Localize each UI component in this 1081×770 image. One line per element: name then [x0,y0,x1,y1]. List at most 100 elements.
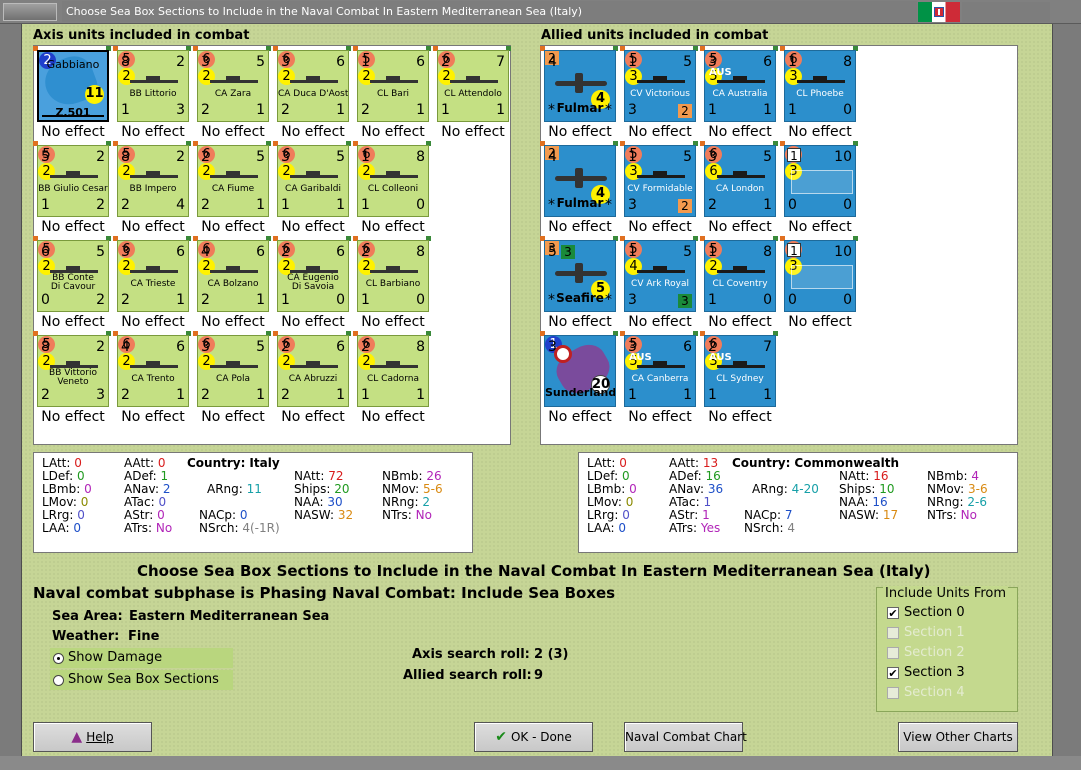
counter-face[interactable]: 1103030 [784,240,856,312]
radio-unselected-icon [53,675,64,686]
counter-face[interactable]: 5 2 5 1 2 2 BB Giulio Cesar [37,145,109,217]
ship-silhouette-icon [637,265,685,274]
unit-counter[interactable]: 2 Gabbiano Z.501 11 No effect [33,46,111,142]
naval-combat-chart-button[interactable]: Naval Combat Chart [624,722,747,752]
unit-counter[interactable]: 4 6 6 2 2 1 CA Trento No effect [113,331,191,427]
counter-face[interactable]: 1 6 5 2 2 1 CL Bari [357,50,429,122]
section-0-checkbox[interactable]: ✔ Section 0 [887,604,965,622]
counter-face[interactable]: 3 1 20 Sunderland [544,335,616,407]
counter-face[interactable]: 1 5 5 3 3 2 CV Formidable [624,145,696,217]
unit-counter[interactable]: 1 5 5 3 3 2 CV Formidable No effect [620,141,698,237]
unit-counter[interactable]: 3 5 6 2 2 1 CA Zara No effect [193,46,271,142]
help-button[interactable]: ▲ Help [33,722,152,752]
counter-face[interactable]: 3 5 6 2 2 1 CA Pola [197,335,269,407]
counter-face[interactable]: 1103030 [784,145,856,217]
unit-counter[interactable]: 8 2 5 2 2 3 BB Vittorio Veneto No effect [33,331,111,427]
unit-counter[interactable]: AUS 3 6 5 1 5 1 CA Canberra No effect [620,331,698,427]
counter-face[interactable]: 8 2 5 1 2 3 BB Littorio [117,50,189,122]
unit-counter[interactable]: 2 7 6 1 2 1 CL Attendolo No effect [433,46,511,142]
sea-area-value: Eastern Mediterranean Sea [129,609,330,624]
counter-face[interactable]: 5 3 5 * * Seafire 3 [544,240,616,312]
unit-name: CL Cadorna [367,374,419,384]
counter-face[interactable]: 3 6 6 2 2 1 CA Duca D'Aosta [277,50,349,122]
view-other-charts-button[interactable]: View Other Charts [898,722,1018,752]
counter-face[interactable]: AUS 2 7 6 1 3 1 CL Sydney [704,335,776,407]
unit-counter[interactable]: 3 5 6 2 2 1 CA Pola No effect [193,331,271,427]
unit-counter[interactable]: 1 5 5 3 4 3 CV Ark Royal No effect [620,236,698,332]
counter-face[interactable]: 2 5 6 2 2 1 CA Fiume [197,145,269,217]
unit-counter[interactable]: 6 5 5 0 2 2 BB Conte Di Cavour No effect [33,236,111,332]
unit-counter[interactable]: 3 1 20 Sunderland No effect [540,331,618,427]
unit-effect-label: No effect [361,219,425,235]
counter-face[interactable]: 6 5 5 0 2 2 BB Conte Di Cavour [37,240,109,312]
counter-face[interactable]: 4 6 6 2 2 1 CA Trento [117,335,189,407]
counter-face[interactable]: 2 Gabbiano Z.501 11 [37,50,109,122]
unit-value: 1 [256,292,265,308]
show-damage-radio[interactable]: Show Damage [50,648,233,668]
unit-counter[interactable]: 2 5 6 2 2 1 CA Fiume No effect [193,141,271,237]
unit-counter[interactable]: 1 6 5 2 2 1 CL Bari No effect [353,46,431,142]
counter-face[interactable]: AUS 3 6 5 1 5 1 CA Australia [704,50,776,122]
counter-face[interactable]: 1 5 5 3 3 2 CV Victorious [624,50,696,122]
unit-counter[interactable]: 4 2 4 * * Fulmar No effect [540,141,618,237]
unit-counter[interactable]: 4 6 6 2 2 1 CA Bolzano No effect [193,236,271,332]
unit-counter[interactable]: AUS 2 7 6 1 3 1 CL Sydney No effect [700,331,778,427]
unit-counter[interactable]: 5 2 5 1 2 2 BB Giulio Cesar No effect [33,141,111,237]
unit-counter[interactable]: 3 6 6 2 2 1 CA Trieste No effect [113,236,191,332]
unit-value: 6 [41,244,50,260]
counter-face[interactable]: 3 5 6 2 2 1 CA Zara [197,50,269,122]
unit-name: CL Colleoni [367,184,419,194]
counter-face[interactable]: 4 6 6 2 2 1 CA Bolzano [197,240,269,312]
unit-counter[interactable]: 2 6 6 1 2 0 CA Eugenio Di Savoia No effect [273,236,351,332]
show-sea-box-sections-radio[interactable]: Show Sea Box Sections [50,670,233,690]
counter-face[interactable]: 2 7 6 1 2 1 CL Attendolo [437,50,509,122]
unit-counter[interactable]: 1103030No effect [780,236,858,332]
unit-value: 2 [201,292,210,308]
counter-face[interactable]: 8 2 5 2 2 4 BB Impero [117,145,189,217]
unit-counter[interactable]: 1 8 6 1 2 0 CL Colleoni No effect [353,141,431,237]
unit-name: BB Littorio [129,89,177,99]
stat-label: AStr: [124,508,158,522]
counter-face[interactable]: 2 6 6 1 2 0 CA Eugenio Di Savoia [277,240,349,312]
air-attack-value: 4 [548,149,557,165]
counter-face[interactable]: 8 2 5 2 2 3 BB Vittorio Veneto [37,335,109,407]
counter-face[interactable]: AUS 3 6 5 1 5 1 CA Canberra [624,335,696,407]
counter-face[interactable]: 3 5 6 2 6 1 CA London [704,145,776,217]
unit-name: BB Impero [129,184,177,194]
counter-face[interactable]: 3 6 6 2 2 1 CA Trieste [117,240,189,312]
counter-face[interactable]: 2 6 6 2 2 1 CA Abruzzi [277,335,349,407]
stat-laa: LAA: 0 [42,522,81,535]
unit-counter[interactable]: 2 6 6 2 2 1 CA Abruzzi No effect [273,331,351,427]
counter-face[interactable]: 3 5 6 1 2 1 CA Garibaldi [277,145,349,217]
unit-value: 3 [708,54,717,70]
unit-counter[interactable]: 1 5 5 3 3 2 CV Victorious No effect [620,46,698,142]
unit-counter[interactable]: AUS 3 6 5 1 5 1 CA Australia No effect [700,46,778,142]
unit-counter[interactable]: 4 2 4 * * Fulmar No effect [540,46,618,142]
unit-counter[interactable]: 8 2 5 1 2 3 BB Littorio No effect [113,46,191,142]
unit-counter[interactable]: 2 8 6 1 2 1 CL Cadorna No effect [353,331,431,427]
unit-value: 3 [96,387,105,403]
unit-counter[interactable]: 1 8 5 1 2 0 CL Coventry No effect [700,236,778,332]
counter-face[interactable]: 2 8 6 1 2 1 CL Cadorna [357,335,429,407]
unit-counter[interactable]: 3 6 6 2 2 1 CA Duca D'Aosta No effect [273,46,351,142]
ok-done-button[interactable]: ✔ OK - Done [474,722,593,752]
unit-counter[interactable]: 3 5 6 1 2 1 CA Garibaldi No effect [273,141,351,237]
section-3-checkbox[interactable]: ✔ Section 3 [887,664,965,682]
unit-counter[interactable]: 5 3 5 * * Seafire 3 No effect [540,236,618,332]
system-menu-button[interactable] [3,3,57,21]
counter-face[interactable]: 1 5 5 3 4 3 CV Ark Royal [624,240,696,312]
unit-name: CA Garibaldi [285,184,341,194]
counter-face[interactable]: 4 2 4 * * Fulmar [544,50,616,122]
counter-face[interactable]: 1 8 5 1 2 0 CL Coventry [704,240,776,312]
unit-counter[interactable]: 1103030No effect [780,141,858,237]
unit-counter[interactable]: 2 8 6 1 2 0 CL Barbiano No effect [353,236,431,332]
unit-counter[interactable]: 1 8 6 1 3 0 CL Phoebe No effect [780,46,858,142]
counter-face[interactable]: 1 8 6 1 2 0 CL Colleoni [357,145,429,217]
unit-counter[interactable]: 3 5 6 2 6 1 CA London No effect [700,141,778,237]
unit-counter[interactable]: 8 2 5 2 2 4 BB Impero No effect [113,141,191,237]
unit-value: 6 [336,244,345,260]
counter-face[interactable]: 2 8 6 1 2 0 CL Barbiano [357,240,429,312]
counter-face[interactable]: 4 2 4 * * Fulmar [544,145,616,217]
stat-value: 4 [787,521,795,535]
counter-face[interactable]: 1 8 6 1 3 0 CL Phoebe [784,50,856,122]
